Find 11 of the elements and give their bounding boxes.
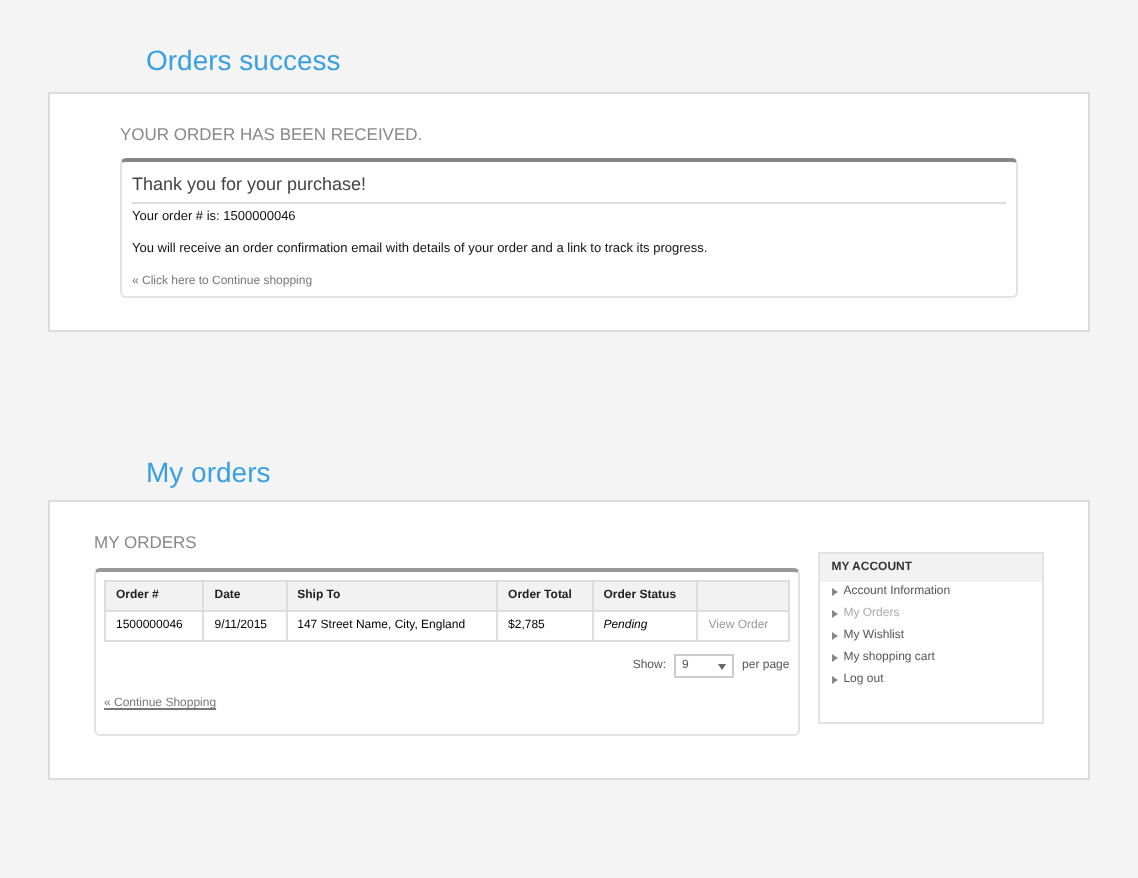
bullet-icon [831, 676, 838, 684]
bullet-icon [831, 632, 838, 640]
bullet-icon [831, 588, 838, 596]
caret-icon [718, 663, 727, 669]
section-title: My orders [146, 456, 271, 492]
section-title: Orders success [146, 44, 341, 80]
bullet-icon [831, 610, 838, 618]
section-heading: MY ORDERS [94, 532, 197, 552]
section-heading: YOUR ORDER HAS BEEN RECEIVED. [120, 124, 423, 144]
thanks-heading: Thank you for your purchase! [132, 174, 367, 194]
bullet-icon [831, 654, 838, 662]
